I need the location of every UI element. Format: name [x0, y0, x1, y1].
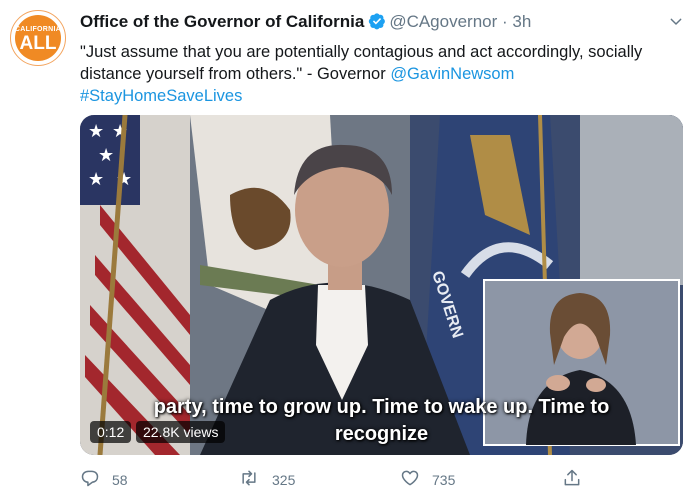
tweet-body: "Just assume that you are potentially co… — [80, 43, 643, 83]
video-view-count: 22.8K views — [136, 421, 226, 443]
share-icon — [562, 468, 594, 491]
avatar[interactable]: CALIFORNIA ALL — [10, 10, 66, 66]
hashtag-link[interactable]: #StayHomeSaveLives — [80, 87, 242, 105]
reply-icon — [80, 468, 112, 491]
avatar-big-text: ALL — [19, 32, 57, 54]
tweet-time[interactable]: 3h — [512, 12, 531, 31]
account-name[interactable]: Office of the Governor of California — [80, 12, 364, 31]
share-button[interactable] — [562, 468, 594, 491]
tweet-header: Office of the Governor of California @CAg… — [80, 12, 531, 35]
video-elapsed-time: 0:12 — [90, 421, 132, 443]
account-handle[interactable]: @CAgovernor — [389, 12, 497, 31]
like-count: 735 — [432, 471, 456, 488]
retweet-button[interactable]: 325 — [238, 468, 295, 491]
verified-badge-icon — [368, 12, 386, 35]
chevron-down-icon[interactable] — [668, 14, 684, 35]
reply-button[interactable]: 58 — [80, 468, 128, 491]
retweet-icon — [238, 468, 272, 491]
tweet-actions: 58 325 735 — [80, 468, 680, 494]
reply-count: 58 — [112, 471, 128, 488]
separator-dot: · — [502, 12, 508, 31]
heart-icon — [400, 468, 432, 491]
svg-text:★: ★ — [88, 121, 104, 142]
mention-link[interactable]: @GavinNewsom — [390, 65, 514, 83]
retweet-count: 325 — [272, 471, 296, 488]
svg-text:★: ★ — [98, 145, 114, 166]
video-player[interactable]: ★ ★ ★ ★ ★ GOVERN party, time to grow up.… — [80, 115, 683, 455]
like-button[interactable]: 735 — [400, 468, 455, 491]
svg-text:★: ★ — [88, 169, 104, 190]
tweet-text: "Just assume that you are potentially co… — [80, 41, 686, 107]
video-caption-line-1: party, time to grow up. Time to wake up.… — [153, 396, 610, 418]
